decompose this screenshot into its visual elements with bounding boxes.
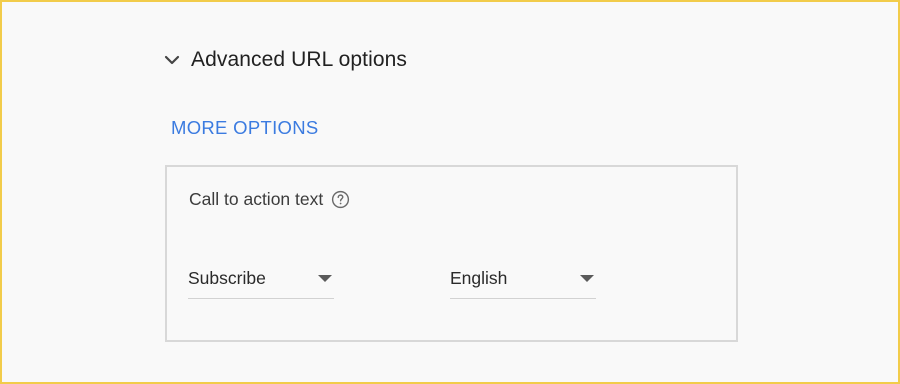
help-circle-icon[interactable] [331,190,350,209]
advanced-url-options-title: Advanced URL options [191,48,408,71]
call-to-action-label-row: Call to action text [189,189,350,210]
call-to-action-label: Call to action text [189,189,324,209]
call-to-action-panel: Call to action text Subscribe English [165,165,738,342]
dropdown-arrow-icon [318,274,332,282]
page-frame: Advanced URL options MORE OPTIONS Call t… [0,0,900,384]
advanced-url-options-toggle[interactable]: Advanced URL options [162,44,407,76]
more-options-link[interactable]: MORE OPTIONS [171,117,319,139]
language-select[interactable]: English [450,259,596,299]
dropdown-arrow-icon [580,274,594,282]
call-to-action-text-value: Subscribe [188,268,266,288]
call-to-action-text-select[interactable]: Subscribe [188,259,334,299]
chevron-down-icon [164,55,180,65]
language-value: English [450,268,508,288]
